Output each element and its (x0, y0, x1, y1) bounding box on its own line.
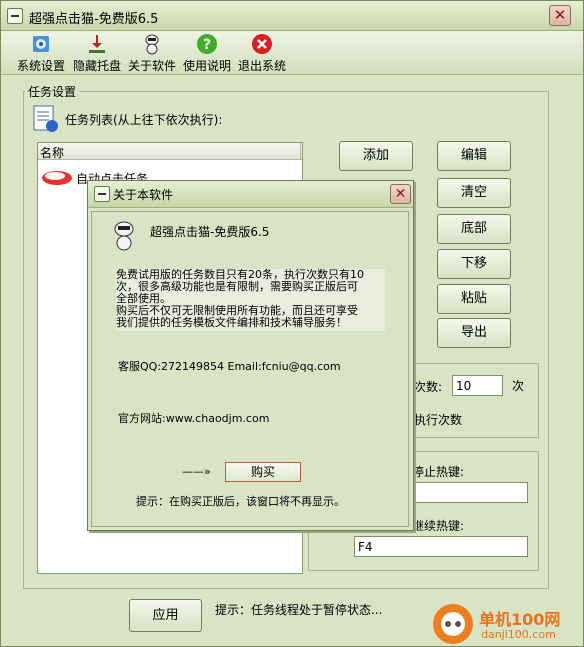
buy-arrow: ——» (182, 465, 211, 478)
buy-button[interactable]: 购买 (225, 462, 301, 482)
task-list-document-icon (33, 105, 58, 132)
status-message: 提示：任务线程处于暂停状态... (215, 603, 383, 617)
tray-download-icon (89, 35, 105, 53)
count-label: 次数: (414, 380, 443, 394)
watermark-logo-dot (455, 621, 461, 627)
exec-count-label: 执行次数 (414, 413, 463, 427)
stop-hotkey-label: 停止热键: (412, 465, 465, 479)
about-notice: 免费试用版的任务数目只有20条，执行次数只有10 次，很多高级功能也是有限制，需… (116, 269, 385, 331)
toolbar-about-button[interactable]: 关于软件 (126, 33, 178, 73)
site-watermark: 单机100网 danji100.com (433, 604, 583, 646)
resume-hotkey-input[interactable] (354, 536, 528, 557)
exit-x-icon (252, 34, 272, 54)
edit-button[interactable]: 编辑 (437, 141, 511, 171)
about-close-button[interactable]: ✕ (390, 184, 411, 204)
count-unit: 次 (512, 379, 525, 393)
list-header: 名称 (38, 143, 302, 160)
watermark-logo-icon (433, 604, 473, 644)
task-settings-legend: 任务设置 (25, 83, 80, 100)
notice-line: 我们提供的任务模板文件编排和技术辅导服务！ (116, 316, 347, 329)
dialog-system-menu-icon[interactable] (94, 186, 110, 202)
system-menu-icon[interactable] (7, 8, 23, 24)
move-down-button[interactable]: 下移 (437, 249, 511, 279)
about-tip: 提示：在购买正版后，该窗口将不再显示。 (136, 495, 345, 508)
column-name-header[interactable]: 名称 (40, 144, 64, 161)
svg-text:?: ? (203, 37, 211, 53)
about-dialog: 关于本软件 ✕ 超强点击猫-免费版6.5 免费试用版的任务数目只有20条，执行次… (87, 180, 414, 531)
add-button[interactable]: 添加 (339, 141, 413, 171)
mouse-task-icon (42, 171, 72, 185)
close-button[interactable]: ✕ (549, 5, 571, 26)
about-contact: 客服QQ:272149854 Email:fcniu@qq.com (118, 360, 341, 373)
clear-button[interactable]: 清空 (437, 178, 511, 208)
bottom-button[interactable]: 底部 (437, 214, 511, 244)
toolbar: 系统设置 隐藏托盘 关于软件 ? 使用说明 退出系统 (1, 31, 583, 75)
task-list-label: 任务列表(从上往下依次执行): (65, 113, 223, 127)
toolbar-settings-button[interactable]: 系统设置 (15, 33, 67, 73)
watermark-logo-dot (445, 621, 451, 627)
window-title: 超强点击猫-免费版6.5 (29, 12, 159, 27)
toolbar-exit-button[interactable]: 退出系统 (236, 33, 288, 73)
settings-gear-icon (33, 36, 49, 52)
watermark-url: danji100.com (481, 628, 556, 641)
about-title-bar: 关于本软件 ✕ (88, 181, 413, 208)
main-window: 超强点击猫-免费版6.5 ✕ 系统设置 隐藏托盘 关于软件 ? 使用说明 退出系… (0, 0, 584, 647)
about-content-frame: 超强点击猫-免费版6.5 免费试用版的任务数目只有20条，执行次数只有10 次，… (91, 211, 409, 527)
apply-button[interactable]: 应用 (129, 599, 202, 632)
paste-button[interactable]: 粘贴 (437, 284, 511, 314)
robot-cat-icon (114, 221, 134, 251)
export-button[interactable]: 导出 (437, 318, 511, 348)
title-bar: 超强点击猫-免费版6.5 ✕ (1, 1, 583, 31)
help-question-icon: ? (197, 34, 217, 54)
count-input[interactable] (452, 375, 503, 396)
column-separator (300, 143, 301, 159)
about-dialog-title: 关于本软件 (113, 188, 174, 202)
robot-cat-icon (145, 34, 159, 55)
about-app-name: 超强点击猫-免费版6.5 (150, 225, 270, 239)
watermark-name: 单机100网 (479, 610, 561, 629)
toolbar-help-button[interactable]: ? 使用说明 (181, 33, 233, 73)
resume-hotkey-label: 继续热键: (412, 519, 465, 533)
toolbar-hide-tray-button[interactable]: 隐藏托盘 (71, 33, 123, 73)
about-website: 官方网站:www.chaodjm.com (118, 412, 270, 425)
